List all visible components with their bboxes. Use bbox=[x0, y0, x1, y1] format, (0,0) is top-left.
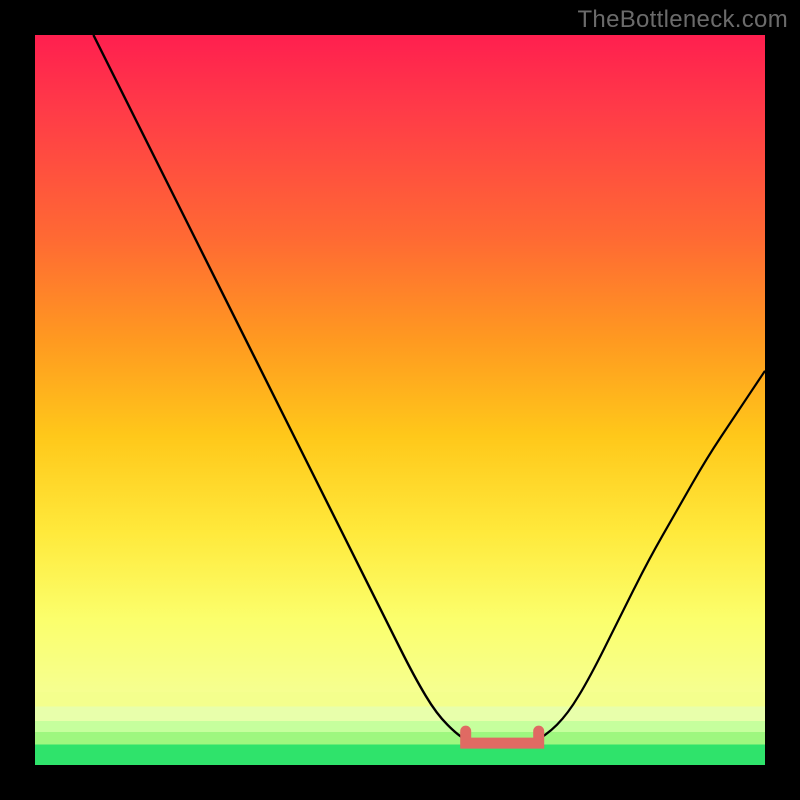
curve-left-branch bbox=[93, 35, 473, 743]
chart-frame: TheBottleneck.com bbox=[0, 0, 800, 800]
bottleneck-curve bbox=[35, 35, 765, 765]
curve-group bbox=[93, 35, 765, 743]
plot-area bbox=[35, 35, 765, 765]
valley-marker bbox=[466, 731, 539, 743]
watermark-text: TheBottleneck.com bbox=[577, 6, 788, 34]
curve-right-branch bbox=[531, 371, 765, 743]
